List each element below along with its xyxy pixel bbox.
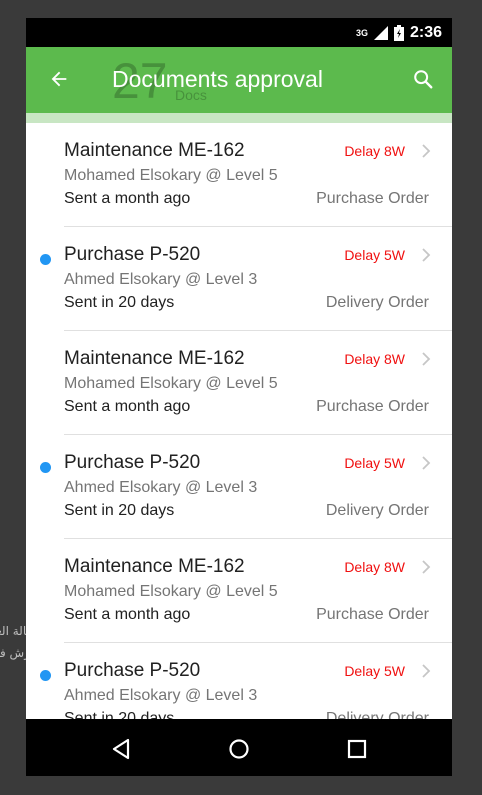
document-sender: Ahmed Elsokary @ Level 3	[64, 479, 258, 496]
document-title: Purchase P-520	[64, 244, 201, 265]
back-nav-icon[interactable]	[110, 738, 132, 765]
document-type: Purchase Order	[316, 190, 429, 207]
document-title: Purchase P-520	[64, 452, 201, 473]
delay-badge: Delay 5W	[344, 247, 405, 263]
document-list: Maintenance ME-162 Mohamed Elsokary @ Lev…	[26, 123, 452, 747]
delay-badge: Delay 8W	[344, 351, 405, 367]
unread-indicator	[40, 670, 51, 681]
clock: 2:36	[409, 23, 442, 41]
document-title: Maintenance ME-162	[64, 556, 245, 577]
document-sender: Mohamed Elsokary @ Level 5	[64, 167, 278, 184]
battery-icon	[393, 24, 404, 41]
document-sent-time: Sent in 20 days	[64, 502, 175, 519]
unread-indicator	[40, 254, 51, 265]
document-title: Purchase P-520	[64, 660, 201, 681]
document-title: Maintenance ME-162	[64, 140, 245, 161]
home-nav-icon[interactable]	[228, 738, 250, 765]
document-title: Maintenance ME-162	[64, 348, 245, 369]
document-sender: Mohamed Elsokary @ Level 5	[64, 375, 278, 392]
document-type: Purchase Order	[316, 606, 429, 623]
phone-screen: 3G 2:36 27 Docs Documents approval Maint…	[26, 18, 452, 776]
search-icon[interactable]	[412, 68, 434, 95]
app-bar: 27 Docs Documents approval	[26, 47, 452, 113]
signal-icon	[373, 25, 388, 40]
document-list-item[interactable]: Maintenance ME-162 Mohamed Elsokary @ Lev…	[26, 539, 452, 643]
network-type: 3G	[355, 27, 368, 38]
chevron-right-icon	[420, 142, 432, 165]
chevron-right-icon	[420, 350, 432, 373]
back-arrow-icon[interactable]	[48, 68, 70, 95]
page-title: Documents approval	[112, 66, 323, 92]
document-type: Delivery Order	[325, 502, 429, 519]
document-sent-time: Sent in 20 days	[64, 294, 175, 311]
chevron-right-icon	[420, 246, 432, 269]
chevron-right-icon	[420, 454, 432, 477]
document-sent-time: Sent a month ago	[64, 190, 191, 207]
document-sender: Mohamed Elsokary @ Level 5	[64, 583, 278, 600]
document-sent-time: Sent a month ago	[64, 398, 191, 415]
status-bar: 3G 2:36	[26, 18, 452, 47]
document-type: Purchase Order	[316, 398, 429, 415]
chevron-right-icon	[420, 662, 432, 685]
document-sender: Ahmed Elsokary @ Level 3	[64, 271, 258, 288]
document-list-item[interactable]: Purchase P-520 Ahmed Elsokary @ Level 3 Se…	[26, 227, 452, 331]
chevron-right-icon	[420, 558, 432, 581]
document-list-item[interactable]: Maintenance ME-162 Mohamed Elsokary @ Lev…	[26, 123, 452, 227]
document-type: Delivery Order	[325, 294, 429, 311]
delay-badge: Delay 8W	[344, 559, 405, 575]
delay-badge: Delay 5W	[344, 455, 405, 471]
document-list-item[interactable]: Purchase P-520 Ahmed Elsokary @ Level 3 Se…	[26, 435, 452, 539]
delay-badge: Delay 5W	[344, 663, 405, 679]
unread-indicator	[40, 462, 51, 473]
recents-nav-icon[interactable]	[346, 738, 368, 765]
delay-badge: Delay 8W	[344, 143, 405, 159]
document-sent-time: Sent a month ago	[64, 606, 191, 623]
navigation-bar	[26, 719, 452, 776]
document-sender: Ahmed Elsokary @ Level 3	[64, 687, 258, 704]
document-list-item[interactable]: Maintenance ME-162 Mohamed Elsokary @ Lev…	[26, 331, 452, 435]
header-strip	[26, 113, 452, 123]
